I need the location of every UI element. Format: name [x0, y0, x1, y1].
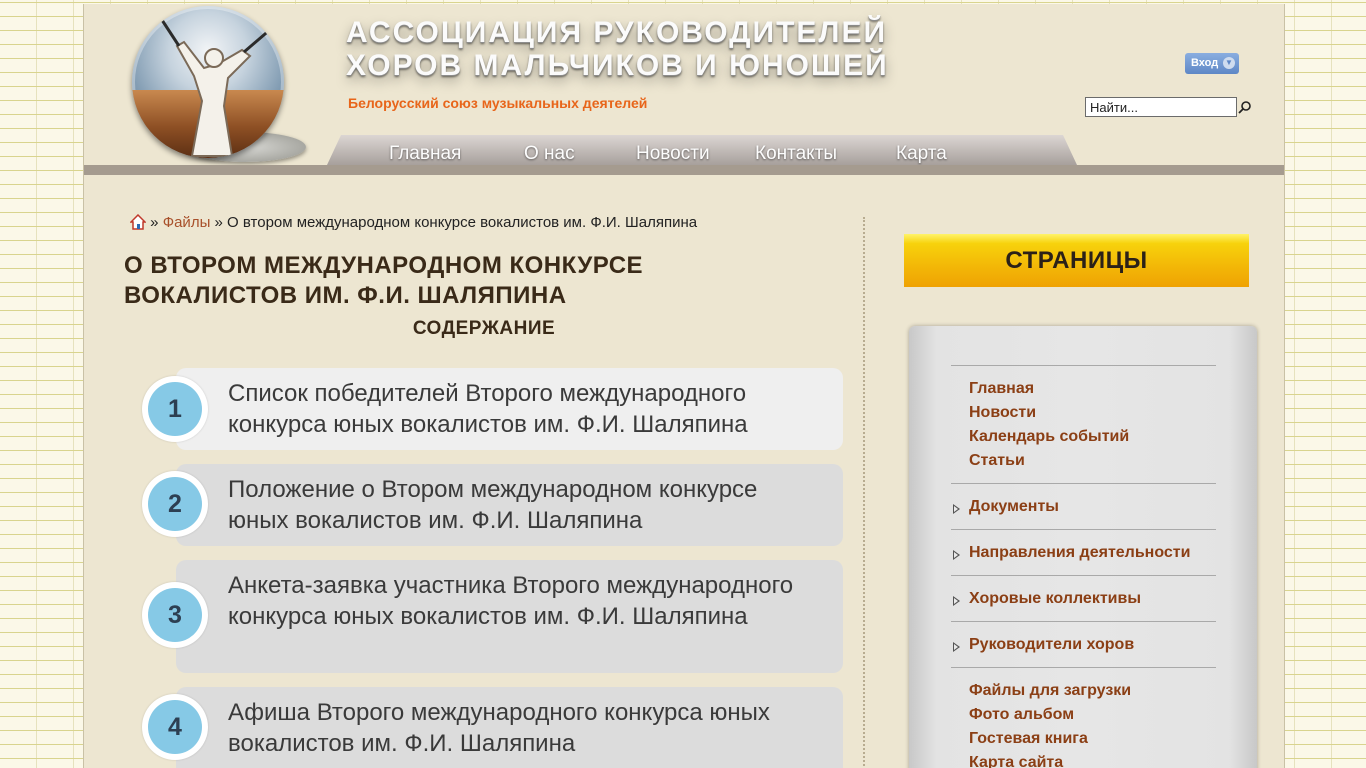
triangle-right-icon[interactable] — [953, 550, 960, 560]
toc-item[interactable]: Анкета-заявка участника Второго междунар… — [176, 560, 843, 673]
toc-number-badge: 4 — [142, 694, 208, 760]
sidebar-item-downloads[interactable]: Файлы для загрузки — [969, 682, 1131, 700]
search-input[interactable] — [1085, 97, 1237, 117]
triangle-right-icon[interactable] — [953, 596, 960, 606]
toc-number: 4 — [148, 700, 202, 754]
triangle-right-icon[interactable] — [953, 642, 960, 652]
sidebar-header: СТРАНИЦЫ — [904, 234, 1249, 287]
nav-item-about[interactable]: О нас — [524, 143, 575, 165]
toc-item-text[interactable]: Анкета-заявка участника Второго междунар… — [228, 570, 823, 632]
sidebar-separator — [951, 365, 1216, 366]
toc-number: 1 — [148, 382, 202, 436]
nav-item-map[interactable]: Карта — [896, 143, 947, 165]
site-logo[interactable] — [132, 6, 284, 158]
sidebar-item-conductors[interactable]: Руководители хоров — [969, 636, 1134, 654]
sidebar-item-calendar[interactable]: Календарь событий — [969, 428, 1129, 446]
toc-number-badge: 2 — [142, 471, 208, 537]
sidebar-item-documents[interactable]: Документы — [969, 498, 1059, 516]
sidebar-item-photo-album[interactable]: Фото альбом — [969, 706, 1074, 724]
sidebar-separator — [951, 529, 1216, 530]
site-title-line2: ХОРОВ МАЛЬЧИКОВ И ЮНОШЕЙ — [346, 49, 889, 82]
toc-heading: СОДЕРЖАНИЕ — [412, 318, 556, 339]
breadcrumb-separator: » — [150, 214, 159, 231]
sidebar-item-articles[interactable]: Статьи — [969, 452, 1025, 470]
triangle-right-icon[interactable] — [953, 504, 960, 514]
home-icon[interactable] — [130, 214, 146, 230]
breadcrumb-link-files[interactable]: Файлы — [163, 214, 211, 231]
sidebar-separator — [951, 621, 1216, 622]
toc-item-text[interactable]: Список победителей Второго международног… — [228, 378, 823, 440]
breadcrumb-separator: » — [214, 214, 223, 231]
nav-item-contacts[interactable]: Контакты — [755, 143, 837, 165]
sidebar-item-choirs[interactable]: Хоровые коллективы — [969, 590, 1141, 608]
breadcrumb: » Файлы » О втором международном конкурс… — [130, 214, 697, 231]
sidebar-separator — [951, 575, 1216, 576]
sidebar-menu: Главная Новости Календарь событий Статьи… — [909, 326, 1257, 768]
main-nav: Главная О нас Новости Контакты Карта — [327, 135, 1077, 165]
sidebar-item-sitemap[interactable]: Карта сайта — [969, 754, 1063, 768]
page-title: О ВТОРОМ МЕЖДУНАРОДНОМ КОНКУРСЕ ВОКАЛИСТ… — [124, 252, 644, 309]
conductor-icon — [160, 19, 273, 157]
toc-item[interactable]: Афиша Второго международного конкурса юн… — [176, 687, 843, 768]
sidebar-item-news[interactable]: Новости — [969, 404, 1036, 422]
site-subtitle: Белорусский союз музыкальных деятелей — [348, 95, 648, 111]
toc-number-badge: 3 — [142, 582, 208, 648]
search-icon[interactable] — [1238, 100, 1252, 114]
toc-item[interactable]: Список победителей Второго международног… — [176, 368, 843, 450]
sidebar-item-activities[interactable]: Направления деятельности — [969, 544, 1190, 562]
nav-item-news[interactable]: Новости — [636, 143, 710, 165]
sidebar-separator — [951, 667, 1216, 668]
toc-item[interactable]: Положение о Втором международном конкурс… — [176, 464, 843, 546]
toc-item-text[interactable]: Положение о Втором международном конкурс… — [228, 474, 823, 536]
toc-item-text[interactable]: Афиша Второго международного конкурса юн… — [228, 697, 823, 759]
nav-underline-bar — [84, 165, 1284, 175]
sidebar-separator — [951, 483, 1216, 484]
chevron-down-icon: ▼ — [1223, 57, 1235, 69]
login-button[interactable]: Вход ▼ — [1185, 53, 1239, 74]
site-title: АССОЦИАЦИЯ РУКОВОДИТЕЛЕЙ ХОРОВ МАЛЬЧИКОВ… — [346, 16, 889, 82]
site-title-line1: АССОЦИАЦИЯ РУКОВОДИТЕЛЕЙ — [346, 16, 888, 49]
sidebar-item-home[interactable]: Главная — [969, 380, 1034, 398]
nav-item-home[interactable]: Главная — [389, 143, 461, 165]
breadcrumb-current: О втором международном конкурсе вокалист… — [227, 214, 698, 231]
sidebar-item-guestbook[interactable]: Гостевая книга — [969, 730, 1088, 748]
login-label: Вход — [1191, 57, 1219, 69]
toc-number-badge: 1 — [142, 376, 208, 442]
page-container: АССОЦИАЦИЯ РУКОВОДИТЕЛЕЙ ХОРОВ МАЛЬЧИКОВ… — [83, 4, 1285, 768]
column-divider — [863, 217, 865, 768]
toc-number: 2 — [148, 477, 202, 531]
toc-number: 3 — [148, 588, 202, 642]
